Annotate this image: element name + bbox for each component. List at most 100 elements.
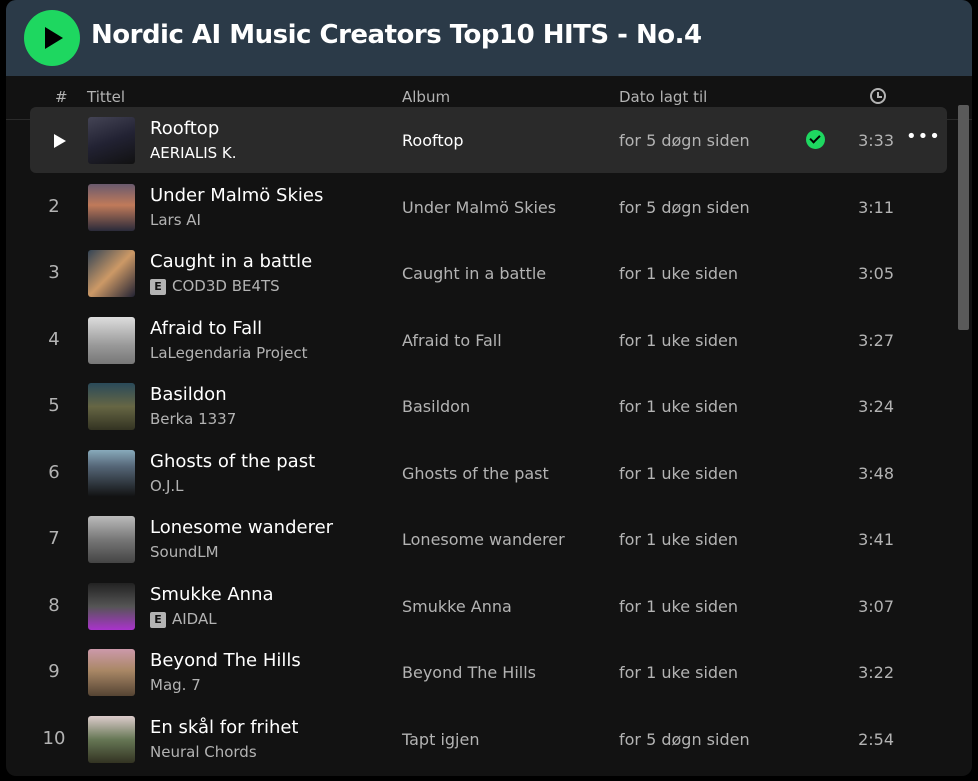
track-date-added: for 1 uke siden <box>619 397 739 416</box>
track-date-added: for 1 uke siden <box>619 663 739 682</box>
artist-name[interactable]: Mag. 7 <box>150 676 201 694</box>
track-title[interactable]: Under Malmö Skies <box>150 185 323 206</box>
album-cover[interactable] <box>88 117 135 164</box>
track-album[interactable]: Tapt igjen <box>402 730 479 749</box>
track-album[interactable]: Smukke Anna <box>402 597 512 616</box>
track-row[interactable]: 2 Under Malmö Skies Lars AI Under Malmö Ski… <box>30 174 947 240</box>
track-album[interactable]: Rooftop <box>402 131 464 150</box>
artist-name[interactable]: AERIALIS K. <box>150 144 237 162</box>
more-options-icon[interactable]: ••• <box>906 126 941 147</box>
track-title[interactable]: Smukke Anna <box>150 584 274 605</box>
track-title[interactable]: Caught in a battle <box>150 251 312 272</box>
track-row[interactable]: 5 Basildon Berka 1337 Basildon for 1 uke sid… <box>30 373 947 439</box>
track-artist[interactable]: Mag. 7 <box>150 676 201 694</box>
track-duration: 3:24 <box>858 397 894 416</box>
track-artist[interactable]: O.J.L <box>150 477 184 495</box>
track-number: 5 <box>48 395 60 416</box>
track-number: 3 <box>48 262 60 283</box>
track-title[interactable]: Basildon <box>150 384 227 405</box>
artist-name[interactable]: AIDAL <box>172 610 217 628</box>
track-duration: 3:05 <box>858 264 894 283</box>
track-title[interactable]: Afraid to Fall <box>150 318 262 339</box>
play-icon <box>45 27 63 49</box>
track-title[interactable]: En skål for frihet <box>150 717 299 738</box>
track-album[interactable]: Beyond The Hills <box>402 663 536 682</box>
track-date-added: for 5 døgn siden <box>619 730 750 749</box>
track-album[interactable]: Caught in a battle <box>402 264 546 283</box>
album-cover[interactable] <box>88 317 135 364</box>
play-button[interactable] <box>24 10 80 66</box>
album-cover[interactable] <box>88 649 135 696</box>
track-duration: 3:48 <box>858 464 894 483</box>
track-date-added: for 1 uke siden <box>619 331 739 350</box>
track-album[interactable]: Ghosts of the past <box>402 464 549 483</box>
track-number: 10 <box>42 728 66 749</box>
track-artist[interactable]: E AIDAL <box>150 610 217 628</box>
artist-name[interactable]: Lars AI <box>150 211 201 229</box>
saved-check-icon[interactable] <box>806 130 825 149</box>
track-title[interactable]: Beyond The Hills <box>150 650 301 671</box>
track-duration: 3:27 <box>858 331 894 350</box>
album-cover[interactable] <box>88 450 135 497</box>
track-artist[interactable]: Berka 1337 <box>150 410 236 428</box>
clock-icon[interactable] <box>870 88 886 104</box>
track-duration: 3:07 <box>858 597 894 616</box>
track-row[interactable]: 8 Smukke Anna E AIDAL Smukke Anna for 1 uke s… <box>30 573 947 639</box>
artist-name[interactable]: Neural Chords <box>150 743 257 761</box>
track-album[interactable]: Afraid to Fall <box>402 331 502 350</box>
playlist-header-bar: Nordic AI Music Creators Top10 HITS - No… <box>6 0 972 76</box>
artist-name[interactable]: COD3D BE4TS <box>172 277 280 295</box>
album-cover[interactable] <box>88 516 135 563</box>
track-duration: 3:41 <box>858 530 894 549</box>
artist-name[interactable]: LaLegendaria Project <box>150 344 307 362</box>
track-album[interactable]: Basildon <box>402 397 470 416</box>
track-artist[interactable]: Neural Chords <box>150 743 257 761</box>
track-title[interactable]: Rooftop <box>150 118 219 139</box>
track-row[interactable]: Rooftop AERIALIS K. Rooftop for 5 døgn side… <box>30 107 947 173</box>
track-date-added: for 5 døgn siden <box>619 198 750 217</box>
track-row[interactable]: 6 Ghosts of the past O.J.L Ghosts of the pa… <box>30 440 947 506</box>
playlist-title: Nordic AI Music Creators Top10 HITS - No… <box>91 20 702 50</box>
track-number: 9 <box>48 661 60 682</box>
track-date-added: for 1 uke siden <box>619 530 739 549</box>
track-duration: 3:11 <box>858 198 894 217</box>
play-icon[interactable] <box>54 134 66 148</box>
track-artist[interactable]: Lars AI <box>150 211 201 229</box>
track-artist[interactable]: E COD3D BE4TS <box>150 277 280 295</box>
artist-name[interactable]: O.J.L <box>150 477 184 495</box>
column-date-added[interactable]: Dato lagt til <box>619 88 707 106</box>
track-duration: 3:22 <box>858 663 894 682</box>
track-artist[interactable]: SoundLM <box>150 543 219 561</box>
album-cover[interactable] <box>88 184 135 231</box>
explicit-badge: E <box>150 279 166 295</box>
scrollbar[interactable] <box>958 105 969 330</box>
track-number: 4 <box>48 329 60 350</box>
track-album[interactable]: Under Malmö Skies <box>402 198 556 217</box>
album-cover[interactable] <box>88 250 135 297</box>
album-cover[interactable] <box>88 583 135 630</box>
column-title[interactable]: Tittel <box>87 88 125 106</box>
track-duration: 2:54 <box>858 730 894 749</box>
track-number: 6 <box>48 462 60 483</box>
track-row[interactable]: 10 En skål for frihet Neural Chords Tapt ig… <box>30 706 947 772</box>
explicit-badge: E <box>150 612 166 628</box>
track-date-added: for 1 uke siden <box>619 464 739 483</box>
track-row[interactable]: 7 Lonesome wanderer SoundLM Lonesome wander… <box>30 506 947 572</box>
artist-name[interactable]: Berka 1337 <box>150 410 236 428</box>
track-row[interactable]: 4 Afraid to Fall LaLegendaria Project Afrai… <box>30 307 947 373</box>
track-row[interactable]: 3 Caught in a battle E COD3D BE4TS Caught in… <box>30 240 947 306</box>
column-number[interactable]: # <box>55 88 68 106</box>
track-number: 2 <box>48 196 60 217</box>
track-album[interactable]: Lonesome wanderer <box>402 530 565 549</box>
artist-name[interactable]: SoundLM <box>150 543 219 561</box>
track-duration: 3:33 <box>858 131 894 150</box>
track-artist[interactable]: LaLegendaria Project <box>150 344 307 362</box>
column-album[interactable]: Album <box>402 88 450 106</box>
track-artist[interactable]: AERIALIS K. <box>150 144 237 162</box>
track-date-added: for 5 døgn siden <box>619 131 750 150</box>
album-cover[interactable] <box>88 383 135 430</box>
track-title[interactable]: Ghosts of the past <box>150 451 315 472</box>
album-cover[interactable] <box>88 716 135 763</box>
track-row[interactable]: 9 Beyond The Hills Mag. 7 Beyond The Hills f… <box>30 639 947 705</box>
track-title[interactable]: Lonesome wanderer <box>150 517 333 538</box>
